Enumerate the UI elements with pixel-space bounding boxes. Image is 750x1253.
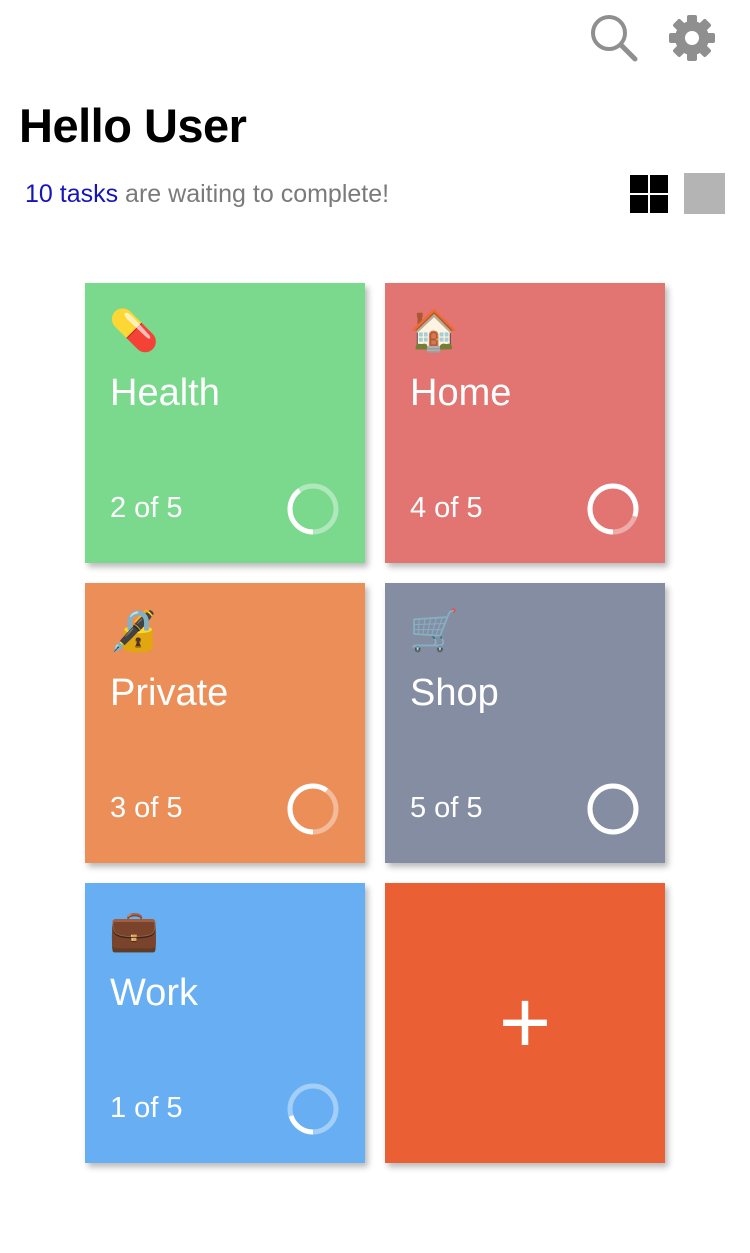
search-icon[interactable] <box>586 10 642 66</box>
progress-ring <box>587 483 639 535</box>
category-title: Private <box>110 672 229 714</box>
category-progress-text: 1 of 5 <box>110 1092 183 1124</box>
category-tile-shop[interactable]: 🛒 Shop 5 of 5 <box>385 583 665 863</box>
category-emoji-icon: 🏠 <box>409 309 459 353</box>
grid-view-icon[interactable] <box>628 173 669 214</box>
progress-ring <box>587 783 639 835</box>
progress-ring <box>287 483 339 535</box>
category-emoji-icon: 🔏 <box>109 609 159 653</box>
category-tile-work[interactable]: 💼 Work 1 of 5 <box>85 883 365 1163</box>
category-progress-text: 5 of 5 <box>410 792 483 824</box>
plus-icon: + <box>498 972 552 1073</box>
page-title: Hello User <box>19 99 247 152</box>
progress-ring <box>287 1083 339 1135</box>
category-progress-text: 2 of 5 <box>110 492 183 524</box>
category-title: Work <box>110 972 198 1014</box>
gear-icon[interactable] <box>664 10 720 66</box>
tasks-count-link[interactable]: 10 tasks <box>25 180 118 208</box>
category-progress-text: 4 of 5 <box>410 492 483 524</box>
category-emoji-icon: 💼 <box>109 909 159 953</box>
category-title: Health <box>110 372 220 414</box>
category-title: Shop <box>410 672 499 714</box>
category-tile-home[interactable]: 🏠 Home 4 of 5 <box>385 283 665 563</box>
tasks-summary: 10 tasks are waiting to complete! <box>25 180 389 209</box>
progress-ring <box>287 783 339 835</box>
category-progress-text: 3 of 5 <box>110 792 183 824</box>
category-emoji-icon: 🛒 <box>409 609 459 653</box>
category-emoji-icon: 💊 <box>109 309 159 353</box>
single-view-icon[interactable] <box>684 173 725 214</box>
add-category-button[interactable]: + <box>385 883 665 1163</box>
category-tile-health[interactable]: 💊 Health 2 of 5 <box>85 283 365 563</box>
tasks-summary-text: are waiting to complete! <box>118 180 390 208</box>
category-title: Home <box>410 372 512 414</box>
progress-ring-fill <box>587 783 639 835</box>
category-tile-private[interactable]: 🔏 Private 3 of 5 <box>85 583 365 863</box>
